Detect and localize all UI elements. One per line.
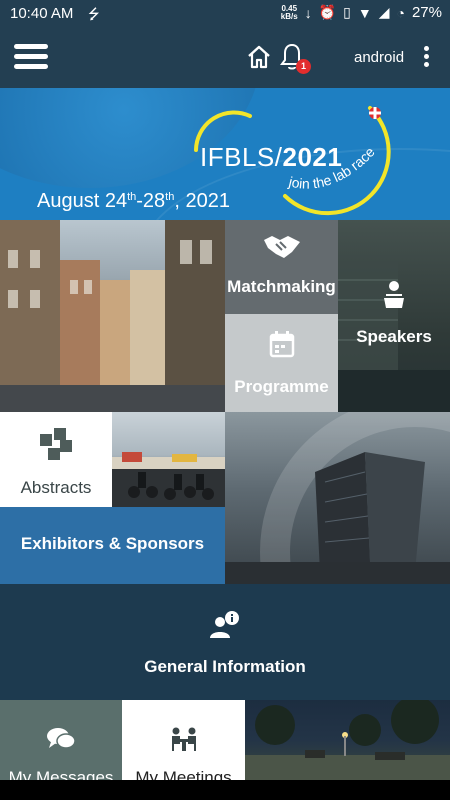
network-speed: 0.45 kB/s <box>280 4 298 21</box>
general-information-label: General Information <box>144 657 306 676</box>
network-speed-unit: kB/s <box>280 11 298 21</box>
status-time: 10:40 AM <box>10 5 74 22</box>
date-start-suffix: th <box>127 191 137 203</box>
battery-level: 27% <box>411 4 442 21</box>
date-end-suffix: th <box>165 191 175 203</box>
vibrate-icon: ▯ <box>343 4 351 20</box>
my-meetings-tile[interactable]: My Meetings <box>122 700 245 780</box>
alarm-icon: ⏰ <box>318 4 337 20</box>
my-messages-label: My Messages <box>8 768 114 780</box>
wifi-icon: ▼ <box>357 4 372 21</box>
handshake-icon <box>263 236 300 258</box>
menu-icon[interactable] <box>14 42 48 72</box>
speakers-tile[interactable]: Speakers <box>338 220 450 412</box>
chat-bubbles-icon <box>47 728 76 749</box>
tagline: join the lab race <box>286 144 378 192</box>
date-year: , 2021 <box>174 190 230 212</box>
event-dates: August 24th-28th, 2021 <box>37 190 230 213</box>
app-bar: 1 android <box>0 28 450 88</box>
speaker-podium-icon <box>384 281 404 308</box>
programme-tile[interactable]: Programme <box>225 314 338 412</box>
city-street-photo <box>0 220 225 412</box>
home-icon[interactable] <box>246 44 272 70</box>
system-navigation-bar <box>0 780 450 800</box>
matchmaking-tile[interactable]: Matchmaking <box>225 220 338 314</box>
logo-year: 2021 <box>282 142 343 172</box>
speakers-label: Speakers <box>356 327 432 346</box>
abstracts-label: Abstracts <box>20 478 92 497</box>
general-information-tile[interactable]: General Information <box>0 584 450 700</box>
matchmaking-label: Matchmaking <box>227 277 336 296</box>
calendar-icon <box>269 331 294 358</box>
date-start: August 24 <box>37 190 128 212</box>
exhibitors-label: Exhibitors & Sponsors <box>20 534 205 553</box>
exhibitors-sponsors-tile[interactable]: Exhibitors & Sponsors <box>0 507 225 584</box>
status-icons: 0.45 kB/s ↓ ⏰ ▯ ▼ ◢ ◔ 27% <box>281 4 442 21</box>
more-options-icon[interactable] <box>420 44 432 70</box>
programme-label: Programme <box>234 377 329 396</box>
username-label[interactable]: android <box>354 49 404 66</box>
my-meetings-label: My Meetings <box>135 768 232 780</box>
abstracts-blocks-icon <box>40 428 72 460</box>
meeting-table-icon <box>171 727 196 751</box>
cyclists-photo <box>112 412 225 507</box>
battery-saver-icon: ◔ <box>396 4 405 21</box>
person-info-icon <box>210 611 239 638</box>
my-messages-tile[interactable]: My Messages <box>0 700 122 780</box>
date-end: -28 <box>136 190 166 212</box>
event-logo: IFBLS/2021 <box>200 142 342 173</box>
abstracts-tile[interactable]: Abstracts <box>0 412 112 507</box>
status-bar: 10:40 AM ⭍ 0.45 kB/s ↓ ⏰ ▯ ▼ ◢ ◔ 27% <box>0 0 450 28</box>
modern-building-photo <box>225 412 450 584</box>
notification-badge: 1 <box>296 59 311 74</box>
event-banner: IFBLS/2021 join the lab race August 24th… <box>0 88 450 220</box>
usb-icon: ⭍ <box>88 6 100 22</box>
signal-icon: ◢ <box>378 4 390 20</box>
download-arrow-icon: ↓ <box>304 4 312 21</box>
logo-prefix: IFBLS/ <box>200 142 283 172</box>
night-park-photo <box>245 700 450 780</box>
